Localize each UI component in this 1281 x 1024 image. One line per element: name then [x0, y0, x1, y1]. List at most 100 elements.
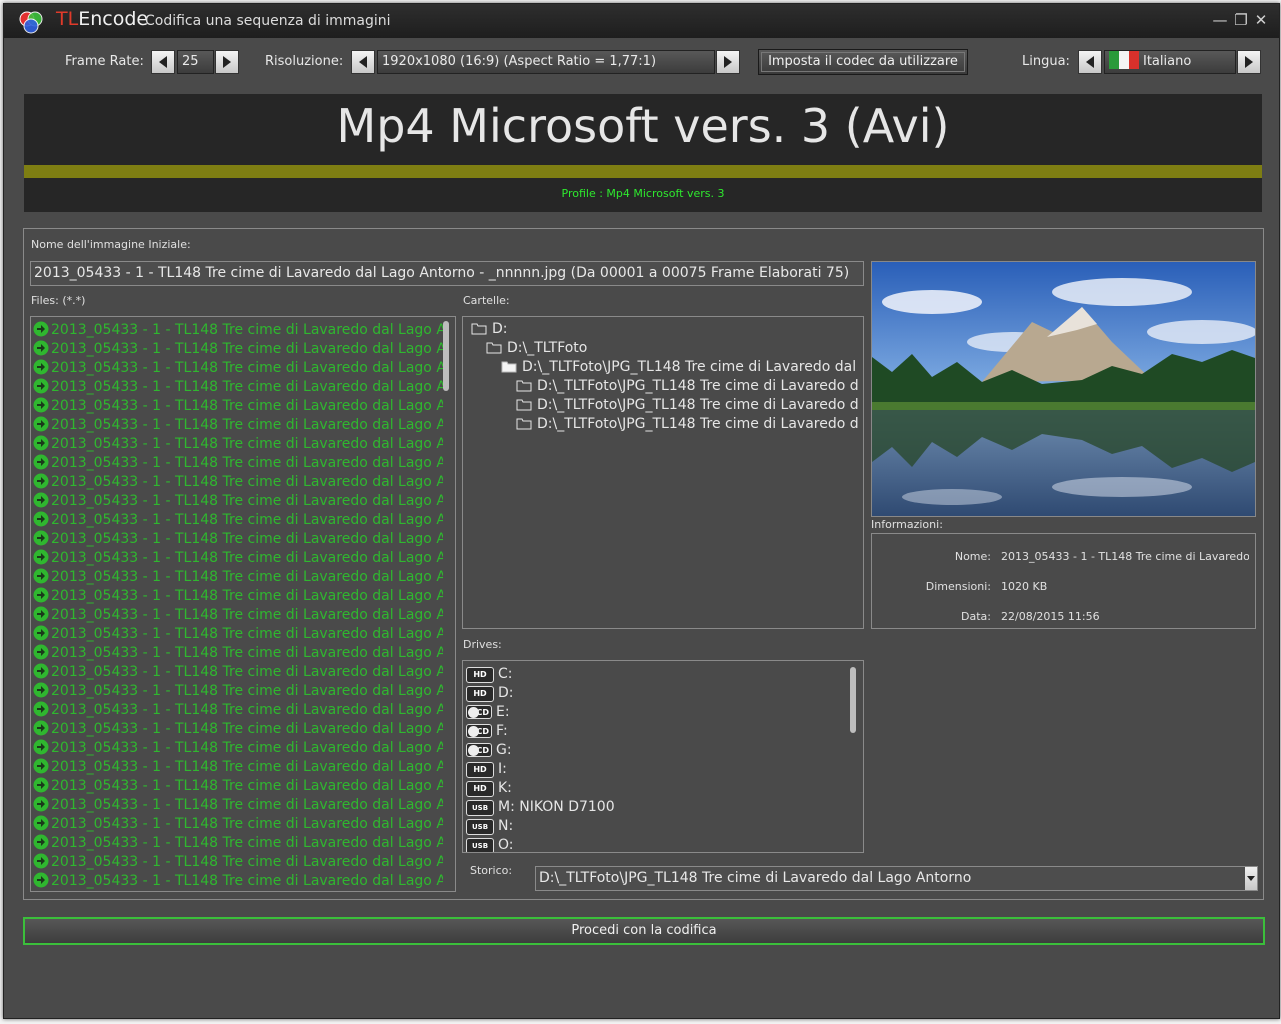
- proceed-button[interactable]: Procedi con la codifica: [23, 917, 1265, 945]
- arrow-circle-icon: [33, 606, 49, 622]
- arrow-circle-icon: [33, 321, 49, 337]
- drive-item[interactable]: HD C:: [466, 665, 513, 684]
- file-list-item[interactable]: 2013_05433 - 1 - TL148 Tre cime di Lavar…: [33, 416, 443, 435]
- folder-tree-item[interactable]: D:: [471, 320, 508, 339]
- usb-drive-icon: USB: [466, 819, 494, 835]
- file-list-item[interactable]: 2013_05433 - 1 - TL148 Tre cime di Lavar…: [33, 359, 443, 378]
- folder-tree-item[interactable]: D:\_TLTFoto\JPG_TL148 Tre cime di Lavare…: [516, 415, 859, 434]
- resolution-next-button[interactable]: [716, 50, 740, 74]
- file-item-label: 2013_05433 - 1 - TL148 Tre cime di Lavar…: [51, 531, 443, 547]
- folder-label: D:\_TLTFoto\JPG_TL148 Tre cime di Lavare…: [522, 359, 857, 375]
- drive-item[interactable]: CD E:: [466, 703, 510, 722]
- arrow-circle-icon: [33, 492, 49, 508]
- file-list-item[interactable]: 2013_05433 - 1 - TL148 Tre cime di Lavar…: [33, 568, 443, 587]
- file-list-item[interactable]: 2013_05433 - 1 - TL148 Tre cime di Lavar…: [33, 397, 443, 416]
- file-list-item[interactable]: 2013_05433 - 1 - TL148 Tre cime di Lavar…: [33, 549, 443, 568]
- dropdown-arrow-icon[interactable]: [1245, 867, 1257, 890]
- arrow-circle-icon: [33, 872, 49, 888]
- drives-scrollbar[interactable]: [850, 667, 856, 733]
- file-list-item[interactable]: 2013_05433 - 1 - TL148 Tre cime di Lavar…: [33, 682, 443, 701]
- file-list-item[interactable]: 2013_05433 - 1 - TL148 Tre cime di Lavar…: [33, 777, 443, 796]
- arrow-right-icon: [1245, 56, 1253, 68]
- window-title: Codifica una sequenza di immagini: [145, 13, 391, 29]
- file-list-item[interactable]: 2013_05433 - 1 - TL148 Tre cime di Lavar…: [33, 872, 443, 891]
- file-item-label: 2013_05433 - 1 - TL148 Tre cime di Lavar…: [51, 664, 443, 680]
- arrow-circle-icon: [33, 720, 49, 736]
- drive-item[interactable]: HD K:: [466, 779, 512, 798]
- file-list-item[interactable]: 2013_05433 - 1 - TL148 Tre cime di Lavar…: [33, 454, 443, 473]
- resolution-prev-button[interactable]: [351, 50, 375, 74]
- restore-icon[interactable]: ❐: [1232, 11, 1250, 29]
- frame-rate-next-button[interactable]: [215, 50, 239, 74]
- arrow-circle-icon: [33, 416, 49, 432]
- frame-rate-field[interactable]: 25: [177, 50, 214, 74]
- arrow-circle-icon: [33, 625, 49, 641]
- drive-item[interactable]: HD D:: [466, 684, 514, 703]
- drives-list[interactable]: HD C: HD D: CD E: CD F: CD G: HD I: HD K: USB M: NIKON …: [462, 660, 864, 853]
- file-list-item[interactable]: 2013_05433 - 1 - TL148 Tre cime di Lavar…: [33, 834, 443, 853]
- file-list-item[interactable]: 2013_05433 - 1 - TL148 Tre cime di Lavar…: [33, 701, 443, 720]
- file-list-item[interactable]: 2013_05433 - 1 - TL148 Tre cime di Lavar…: [33, 473, 443, 492]
- history-select[interactable]: D:\_TLTFoto\JPG_TL148 Tre cime di Lavare…: [535, 866, 1258, 891]
- file-list-item[interactable]: 2013_05433 - 1 - TL148 Tre cime di Lavar…: [33, 321, 443, 340]
- file-item-label: 2013_05433 - 1 - TL148 Tre cime di Lavar…: [51, 702, 443, 718]
- file-item-label: 2013_05433 - 1 - TL148 Tre cime di Lavar…: [51, 493, 443, 509]
- file-item-label: 2013_05433 - 1 - TL148 Tre cime di Lavar…: [51, 455, 443, 471]
- arrow-circle-icon: [33, 397, 49, 413]
- folder-tree-item[interactable]: D:\_TLTFoto\JPG_TL148 Tre cime di Lavare…: [516, 377, 859, 396]
- file-list-item[interactable]: 2013_05433 - 1 - TL148 Tre cime di Lavar…: [33, 758, 443, 777]
- file-item-label: 2013_05433 - 1 - TL148 Tre cime di Lavar…: [51, 379, 443, 395]
- drives-label: Drives:: [463, 638, 502, 651]
- drive-item[interactable]: CD F:: [466, 722, 508, 741]
- drive-label: D:: [498, 685, 514, 701]
- file-item-label: 2013_05433 - 1 - TL148 Tre cime di Lavar…: [51, 341, 443, 357]
- file-item-label: 2013_05433 - 1 - TL148 Tre cime di Lavar…: [51, 607, 443, 623]
- frame-rate-prev-button[interactable]: [151, 50, 175, 74]
- arrow-circle-icon: [33, 663, 49, 679]
- file-list-item[interactable]: 2013_05433 - 1 - TL148 Tre cime di Lavar…: [33, 720, 443, 739]
- arrow-circle-icon: [33, 758, 49, 774]
- language-field[interactable]: Italiano: [1104, 50, 1236, 74]
- language-next-button[interactable]: [1237, 50, 1261, 74]
- file-list-item[interactable]: 2013_05433 - 1 - TL148 Tre cime di Lavar…: [33, 378, 443, 397]
- folder-tree-item[interactable]: D:\_TLTFoto: [486, 339, 587, 358]
- file-list-item[interactable]: 2013_05433 - 1 - TL148 Tre cime di Lavar…: [33, 796, 443, 815]
- file-item-label: 2013_05433 - 1 - TL148 Tre cime di Lavar…: [51, 873, 443, 889]
- folder-label: D:\_TLTFoto\JPG_TL148 Tre cime di Lavare…: [537, 416, 859, 432]
- minimize-icon[interactable]: —: [1211, 11, 1229, 29]
- folders-tree[interactable]: D: D:\_TLTFoto D:\_TLTFoto\JPG_TL148 Tre c…: [462, 316, 864, 629]
- folder-tree-item[interactable]: D:\_TLTFoto\JPG_TL148 Tre cime di Lavare…: [501, 358, 856, 377]
- files-scrollbar[interactable]: [443, 321, 449, 391]
- drive-item[interactable]: HD I:: [466, 760, 507, 779]
- drive-item[interactable]: USB O:: [466, 836, 514, 852]
- folder-tree-item[interactable]: D:\_TLTFoto\JPG_TL148 Tre cime di Lavare…: [516, 396, 859, 415]
- resolution-field[interactable]: 1920x1080 (16:9) (Aspect Ratio = 1,77:1): [377, 50, 715, 74]
- drive-item[interactable]: USB M: NIKON D7100: [466, 798, 615, 817]
- start-image-field[interactable]: 2013_05433 - 1 - TL148 Tre cime di Lavar…: [30, 261, 864, 286]
- drive-item[interactable]: USB N:: [466, 817, 513, 836]
- preview-landscape: [872, 262, 1255, 516]
- file-list-item[interactable]: 2013_05433 - 1 - TL148 Tre cime di Lavar…: [33, 815, 443, 834]
- arrow-circle-icon: [33, 701, 49, 717]
- history-value: D:\_TLTFoto\JPG_TL148 Tre cime di Lavare…: [539, 870, 972, 886]
- file-list-item[interactable]: 2013_05433 - 1 - TL148 Tre cime di Lavar…: [33, 587, 443, 606]
- language-prev-button[interactable]: [1078, 50, 1102, 74]
- file-list-item[interactable]: 2013_05433 - 1 - TL148 Tre cime di Lavar…: [33, 530, 443, 549]
- file-list-item[interactable]: 2013_05433 - 1 - TL148 Tre cime di Lavar…: [33, 739, 443, 758]
- file-list-item[interactable]: 2013_05433 - 1 - TL148 Tre cime di Lavar…: [33, 606, 443, 625]
- preview-image: [871, 261, 1256, 517]
- file-list-item[interactable]: 2013_05433 - 1 - TL148 Tre cime di Lavar…: [33, 663, 443, 682]
- file-list-item[interactable]: 2013_05433 - 1 - TL148 Tre cime di Lavar…: [33, 492, 443, 511]
- language-value: Italiano: [1143, 54, 1192, 69]
- file-list-item[interactable]: 2013_05433 - 1 - TL148 Tre cime di Lavar…: [33, 435, 443, 454]
- file-list-item[interactable]: 2013_05433 - 1 - TL148 Tre cime di Lavar…: [33, 644, 443, 663]
- file-list-item[interactable]: 2013_05433 - 1 - TL148 Tre cime di Lavar…: [33, 853, 443, 872]
- file-list-item[interactable]: 2013_05433 - 1 - TL148 Tre cime di Lavar…: [33, 511, 443, 530]
- folder-open-icon: [501, 361, 517, 373]
- set-codec-button[interactable]: Imposta il codec da utilizzare: [758, 49, 968, 75]
- file-list-item[interactable]: 2013_05433 - 1 - TL148 Tre cime di Lavar…: [33, 625, 443, 644]
- file-list-item[interactable]: 2013_05433 - 1 - TL148 Tre cime di Lavar…: [33, 340, 443, 359]
- files-list[interactable]: 2013_05433 - 1 - TL148 Tre cime di Lavar…: [30, 316, 456, 892]
- drive-item[interactable]: CD G:: [466, 741, 512, 760]
- close-icon[interactable]: ✕: [1252, 11, 1270, 29]
